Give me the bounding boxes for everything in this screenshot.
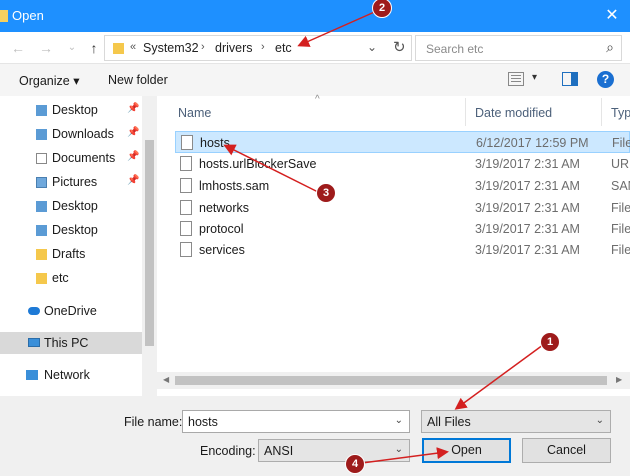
annotation-arrows bbox=[223, 9, 548, 464]
arrow-to-filetype bbox=[454, 341, 548, 410]
annotation-badge-3: 3 bbox=[316, 183, 336, 203]
arrow-to-address bbox=[297, 9, 380, 47]
arrow-to-open bbox=[361, 447, 449, 464]
arrow-to-hosts bbox=[223, 144, 319, 193]
annotation-badge-4: 4 bbox=[345, 454, 365, 474]
annotation-badge-1: 1 bbox=[540, 332, 560, 352]
